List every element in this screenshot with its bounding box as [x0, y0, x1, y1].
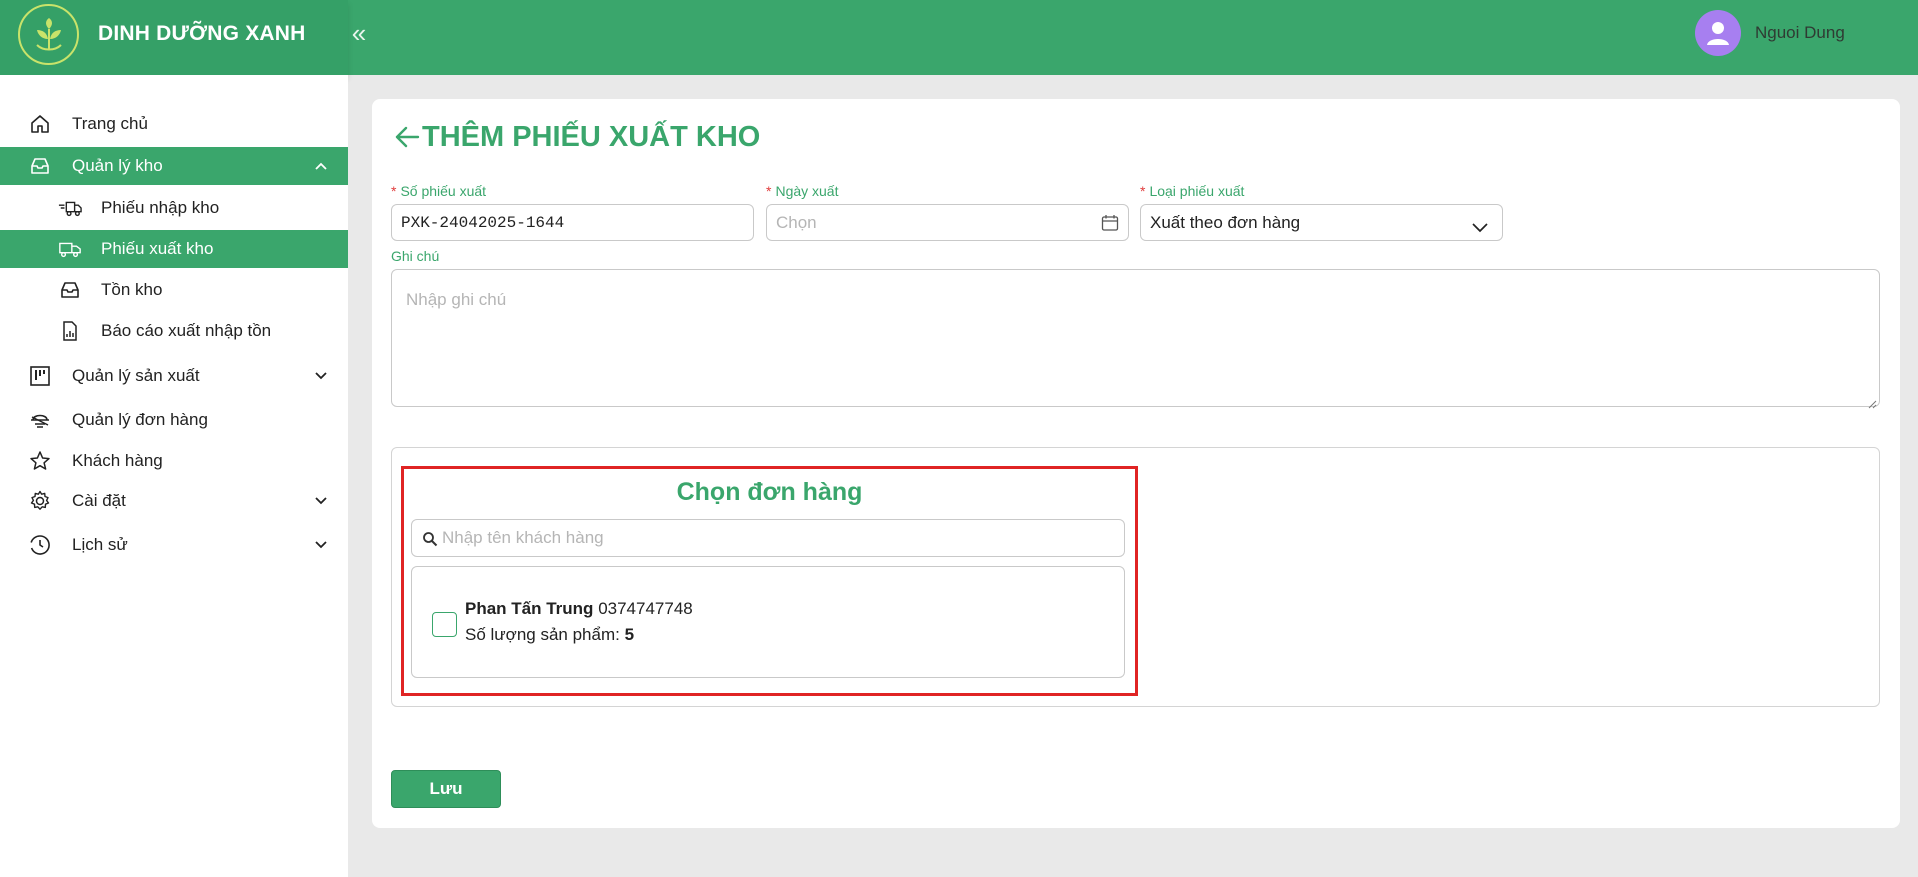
sidebar-item-label: Quản lý kho [72, 156, 163, 175]
chevron-up-icon [314, 159, 328, 173]
user-name: Nguoi Dung [1755, 23, 1845, 42]
save-button[interactable]: Lưu [391, 770, 501, 808]
qty-value: 5 [624, 625, 635, 644]
avatar[interactable] [1695, 10, 1741, 56]
export-date-label: * Ngày xuất [766, 183, 839, 199]
customer-phone: 0374747748 [598, 599, 693, 618]
chevron-down-icon [314, 369, 328, 383]
sidebar-item-label: Trang chủ [72, 114, 148, 133]
user-icon [1707, 22, 1729, 45]
chevron-down-icon [1472, 218, 1488, 238]
customer-name: Phan Tấn Trung [465, 599, 594, 618]
sidebar-item-label: Quản lý sản xuất [72, 366, 200, 385]
resize-grip-icon[interactable] [1867, 394, 1877, 409]
order-checkbox[interactable] [432, 612, 457, 637]
back-arrow-icon[interactable] [393, 123, 421, 151]
export-date-label-text: Ngày xuất [775, 183, 839, 199]
note-label: Ghi chú [391, 248, 440, 264]
order-list: Phan Tấn Trung 0374747748 Số lượng sản p… [411, 566, 1125, 678]
report-icon [58, 319, 82, 343]
inbox-icon [28, 154, 52, 178]
required-mark: * [766, 183, 772, 199]
sidebar-item-label: Tồn kho [101, 280, 163, 299]
search-icon [422, 531, 438, 547]
truck-in-icon [58, 196, 82, 220]
sidebar-item-customers[interactable]: Khách hàng [0, 442, 348, 480]
brand-name: DINH DƯỠNG XANH [98, 22, 306, 45]
sidebar-item-label: Báo cáo xuất nhập tồn [101, 321, 272, 340]
required-mark: * [391, 183, 397, 199]
leaf-logo-icon [35, 17, 62, 50]
sidebar-item-history[interactable]: Lịch sử [0, 526, 348, 564]
sidebar-item-label: Quản lý đơn hàng [72, 410, 208, 429]
sidebar-item-inventory[interactable]: Tồn kho [0, 271, 348, 309]
inbox-icon [58, 278, 82, 302]
order-panel: Chọn đơn hàng Nhập tên khách hàng Phan T… [391, 447, 1880, 707]
sidebar-item-label: Khách hàng [72, 451, 163, 470]
qty-label: Số lượng sản phẩm: [465, 625, 620, 644]
collapse-sidebar-button[interactable]: « [348, 18, 370, 48]
truck-out-icon [58, 237, 82, 261]
receipt-no-label: * Số phiếu xuất [391, 183, 486, 199]
star-icon [28, 449, 52, 473]
order-customer-line: Phan Tấn Trung 0374747748 [465, 599, 693, 619]
sidebar-item-report[interactable]: Báo cáo xuất nhập tồn [0, 312, 348, 350]
note-placeholder: Nhập ghi chú [406, 290, 507, 309]
note-textarea[interactable]: Nhập ghi chú [391, 269, 1880, 409]
home-icon [28, 112, 52, 136]
receipt-no-input[interactable]: PXK-24042025-1644 [391, 204, 754, 241]
sidebar-item-production[interactable]: Quản lý sản xuất [0, 357, 348, 395]
gear-icon [28, 489, 52, 513]
sidebar-item-label: Phiếu xuất kho [101, 239, 214, 258]
user-menu[interactable]: Nguoi Dung [1695, 10, 1845, 56]
required-mark: * [1140, 183, 1146, 199]
form-card: THÊM PHIẾU XUẤT KHO * Số phiếu xuất PXK-2… [372, 99, 1900, 828]
sidebar-item-label: Phiếu nhập kho [101, 198, 220, 217]
export-date-picker[interactable]: Chọn [766, 204, 1129, 241]
sidebar-item-settings[interactable]: Cài đặt [0, 482, 348, 520]
export-date-placeholder: Chọn [776, 212, 817, 232]
board-icon [28, 364, 52, 388]
export-type-label: * Loại phiếu xuất [1140, 183, 1244, 199]
order-picker-title: Chọn đơn hàng [676, 478, 863, 506]
chevron-down-icon [314, 538, 328, 552]
export-type-value: Xuất theo đơn hàng [1150, 212, 1301, 232]
order-picker-highlight: Chọn đơn hàng Nhập tên khách hàng Phan T… [401, 466, 1138, 696]
brand-bar: DINH DƯỠNG XANH [0, 0, 348, 75]
sidebar-item-warehouse[interactable]: Quản lý kho [0, 147, 348, 185]
receipt-no-value: PXK-24042025-1644 [401, 213, 565, 232]
order-icon [28, 408, 52, 432]
chevron-down-icon [314, 494, 328, 508]
top-header: DINH DƯỠNG XANH « Nguoi Dung [0, 0, 1918, 75]
brand-logo [18, 4, 79, 65]
page-title: THÊM PHIẾU XUẤT KHO [422, 121, 761, 153]
sidebar-item-label: Cài đặt [72, 491, 126, 510]
export-type-select[interactable]: Xuất theo đơn hàng [1140, 204, 1503, 241]
customer-search-input[interactable]: Nhập tên khách hàng [411, 519, 1125, 557]
sidebar-item-label: Lịch sử [72, 535, 128, 554]
sidebar-item-import-receipt[interactable]: Phiếu nhập kho [0, 189, 348, 227]
export-type-label-text: Loại phiếu xuất [1149, 183, 1245, 199]
sidebar-item-export-receipt[interactable]: Phiếu xuất kho [0, 230, 348, 268]
history-icon [28, 533, 52, 557]
customer-search-placeholder: Nhập tên khách hàng [442, 528, 604, 547]
receipt-no-label-text: Số phiếu xuất [400, 183, 487, 199]
sidebar: Trang chủ Quản lý kho Phiếu nhập kho Phi… [0, 75, 348, 877]
sidebar-item-home[interactable]: Trang chủ [0, 105, 348, 143]
sidebar-item-orders[interactable]: Quản lý đơn hàng [0, 401, 348, 439]
order-qty-line: Số lượng sản phẩm: 5 [465, 625, 634, 645]
calendar-icon[interactable] [1101, 214, 1119, 237]
